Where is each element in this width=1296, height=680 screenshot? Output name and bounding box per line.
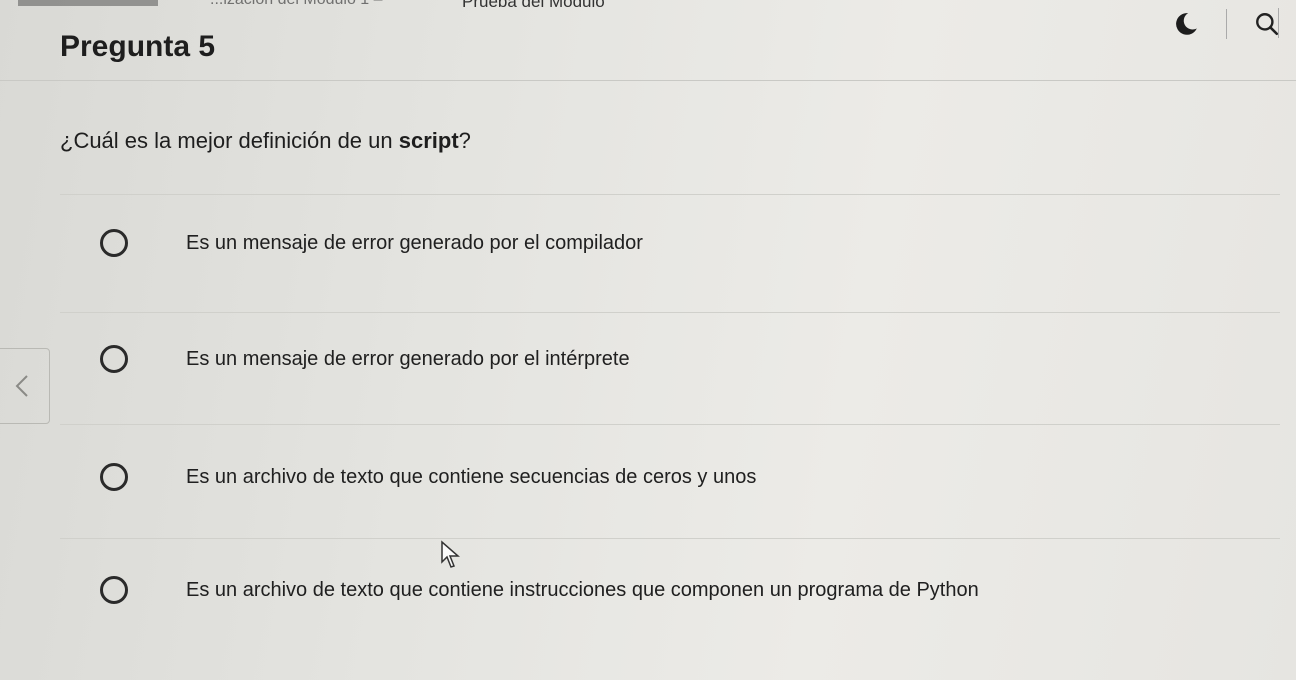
module-title: Prueba del Módulo xyxy=(462,0,605,11)
option-divider xyxy=(60,312,1280,313)
chevron-left-icon xyxy=(15,375,28,397)
answer-option-1[interactable]: Es un mensaje de error generado por el c… xyxy=(60,198,1280,288)
option-divider xyxy=(60,424,1280,425)
radio-button-3[interactable] xyxy=(100,463,128,491)
toolbar xyxy=(1170,8,1283,40)
previous-question-button[interactable] xyxy=(0,348,50,424)
answer-option-label: Es un mensaje de error generado por el i… xyxy=(186,347,630,370)
module-breadcrumb: ...ización del Módulo 1 – xyxy=(210,0,383,9)
header-divider xyxy=(0,80,1296,81)
toolbar-divider xyxy=(1226,9,1227,39)
answer-option-4[interactable]: Es un archivo de texto que contiene inst… xyxy=(60,545,1280,635)
search-icon xyxy=(1256,13,1279,36)
answer-option-label: Es un archivo de texto que contiene secu… xyxy=(186,465,757,488)
theme-toggle-button[interactable] xyxy=(1170,8,1202,40)
radio-button-1[interactable] xyxy=(100,229,128,257)
mouse-pointer-icon xyxy=(441,540,460,568)
option-divider xyxy=(60,538,1280,539)
answer-option-3[interactable]: Es un archivo de texto que contiene secu… xyxy=(60,432,1280,522)
radio-button-2[interactable] xyxy=(100,345,128,373)
answer-option-2[interactable]: Es un mensaje de error generado por el i… xyxy=(60,314,1280,404)
question-text-keyword: script xyxy=(398,128,459,153)
moon-icon xyxy=(1176,13,1197,35)
toolbar-divider-right xyxy=(1278,8,1279,38)
answer-option-label: Es un archivo de texto que contiene inst… xyxy=(186,578,979,601)
question-text: ¿Cuál es la mejor definición de un scrip… xyxy=(60,128,471,154)
header-left-decoration xyxy=(18,0,158,6)
answer-option-label: Es un mensaje de error generado por el c… xyxy=(186,231,643,254)
option-divider xyxy=(60,194,1280,195)
question-text-before: ¿Cuál es la mejor definición de un xyxy=(60,128,399,153)
question-text-after: ? xyxy=(458,128,471,153)
radio-button-4[interactable] xyxy=(100,576,128,604)
question-number-heading: Pregunta 5 xyxy=(60,30,216,63)
